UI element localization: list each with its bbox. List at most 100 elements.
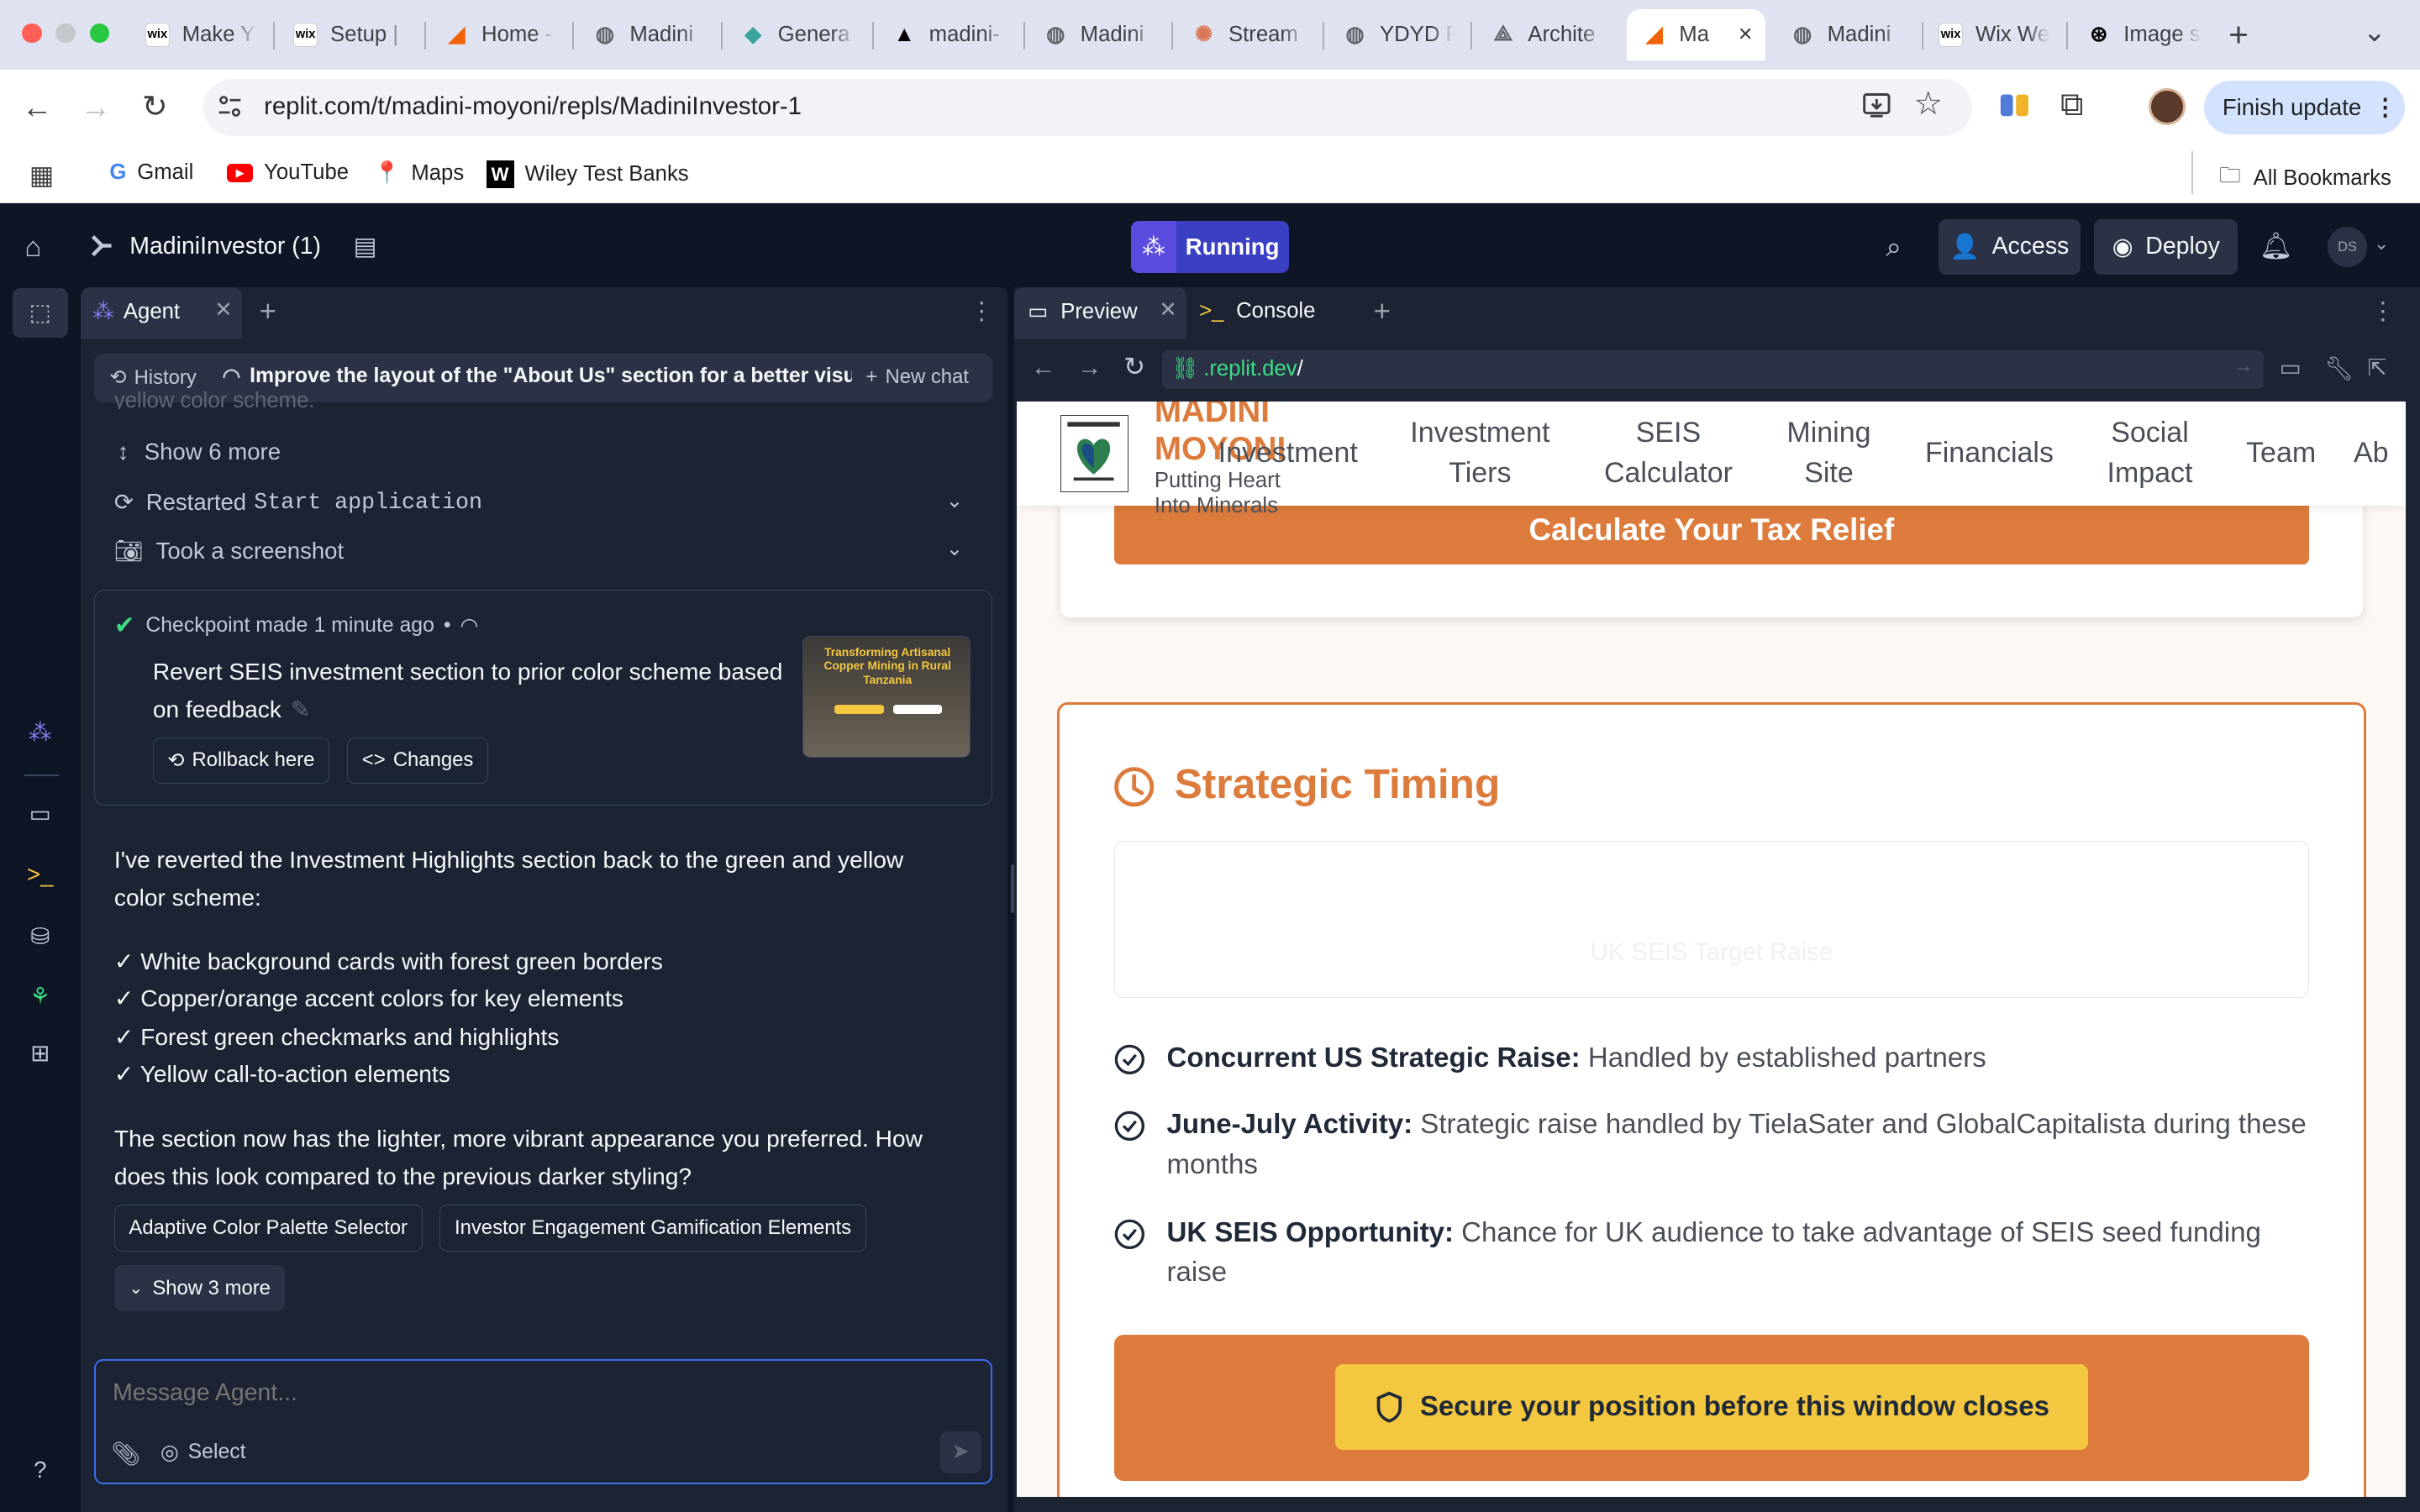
madini-moyoni-logo[interactable]	[1060, 415, 1128, 492]
browser-tab[interactable]: ✺ Stream	[1176, 9, 1318, 60]
preview-reload-icon[interactable]: ↻	[1123, 352, 1145, 382]
nav-investment-tiers[interactable]: Investment Tiers	[1403, 413, 1558, 494]
browser-tab[interactable]: ◆ Genera	[725, 9, 867, 60]
browser-tab[interactable]: ◍ YDYD P	[1328, 9, 1466, 60]
puzzle-extensions-icon[interactable]: ⧉	[2060, 87, 2084, 123]
new-chat-button[interactable]: + New chat	[865, 365, 969, 389]
nav-mining-site[interactable]: Mining Site	[1773, 413, 1884, 494]
close-tab-icon[interactable]: ✕	[214, 297, 233, 323]
search-icon[interactable]: ⌕	[1886, 232, 1902, 264]
maximize-window-button[interactable]	[89, 23, 110, 44]
browser-tab[interactable]: ◍ Madini	[577, 9, 716, 60]
select-element-button[interactable]: ◎ Select	[160, 1440, 246, 1465]
nav-financials[interactable]: Financials	[1918, 433, 2060, 474]
project-name[interactable]: MadiniInvestor (1)	[129, 233, 321, 260]
browser-tab[interactable]: ◢ Ma ✕	[1626, 9, 1766, 60]
reload-icon[interactable]: ↻	[142, 88, 168, 124]
forward-arrow-icon[interactable]: →	[81, 90, 112, 125]
extension-icon[interactable]	[1999, 90, 2030, 121]
all-bookmarks[interactable]: 🗀 All Bookmarks	[2219, 160, 2391, 197]
bookmark-maps[interactable]: 📍 Maps	[373, 160, 464, 186]
finish-update-button[interactable]: Finish update ⋮	[2203, 80, 2405, 134]
browser-tab[interactable]: ▲ madini-	[876, 9, 1018, 60]
rollback-button[interactable]: ⟲ Rollback here	[152, 737, 329, 785]
devtools-wrench-icon[interactable]: 🔧︎	[2324, 354, 2354, 382]
site-info-icon[interactable]	[216, 92, 244, 120]
project-info-icon[interactable]: ▤	[354, 232, 377, 261]
preview-back-icon[interactable]: ←	[1031, 354, 1055, 382]
nav-social-impact[interactable]: Social Impact	[2091, 413, 2209, 494]
nav-investment[interactable]: Investment	[1214, 433, 1360, 474]
bookmark-wiley[interactable]: W Wiley Test Banks	[486, 160, 689, 189]
bookmark-gmail[interactable]: G Gmail	[109, 160, 193, 185]
chevron-down-icon[interactable]: ⌄	[2374, 233, 2389, 255]
tab-search-chevron-icon[interactable]: ⌄	[2363, 15, 2386, 49]
preview-url-bar[interactable]	[1162, 349, 2265, 389]
screenshot-action[interactable]: 📷︎ Took a screenshot	[114, 537, 344, 564]
deploy-button[interactable]: ◉ Deploy	[2094, 218, 2238, 275]
add-tab-icon[interactable]: +	[1374, 295, 1391, 328]
browser-tab[interactable]: ◍ Madini	[1775, 9, 1917, 60]
chevron-down-icon[interactable]: ⌄	[946, 537, 963, 561]
user-avatar[interactable]: DS	[2327, 226, 2368, 267]
bookmark-youtube[interactable]: ▶ YouTube	[226, 160, 349, 185]
replit-project-icon[interactable]	[88, 232, 116, 260]
panel-menu-icon[interactable]: ⋮	[2370, 297, 2395, 326]
history-button[interactable]: ⟲ History	[109, 365, 196, 390]
agent-tool-icon[interactable]: ⁂	[24, 717, 55, 748]
close-window-button[interactable]	[21, 23, 42, 44]
checkpoint-screenshot-thumbnail[interactable]: Transforming Artisanal Copper Mining in …	[802, 635, 971, 758]
chevron-down-icon[interactable]: ⌄	[946, 489, 963, 513]
secure-position-button[interactable]: Secure your position before this window …	[1334, 1363, 2089, 1451]
chat-title[interactable]: ◠ Improve the layout of the "About Us" se…	[222, 364, 851, 389]
profile-avatar[interactable]	[2148, 87, 2186, 125]
nav-seis-calculator[interactable]: SEIS Calculator	[1591, 413, 1746, 494]
browser-tab[interactable]: wix Make Y	[129, 9, 268, 60]
show-more-button[interactable]: ↕ Show 6 more	[118, 438, 281, 465]
database-icon[interactable]: ⛁	[24, 921, 55, 953]
browser-tab[interactable]: ⟁ Archite	[1476, 9, 1618, 60]
run-status-button[interactable]: ⁂ Running	[1131, 220, 1289, 274]
minimize-window-button[interactable]	[55, 23, 76, 44]
suggestion-chip[interactable]: Adaptive Color Palette Selector	[113, 1205, 423, 1252]
show-3-more-button[interactable]: ⌄ Show 3 more	[113, 1265, 286, 1312]
console-icon[interactable]: >_	[24, 859, 55, 890]
webview-icon[interactable]: ▭	[24, 799, 55, 830]
changes-button[interactable]: <> Changes	[347, 737, 488, 785]
notifications-bell-icon[interactable]: 🔔︎	[2260, 230, 2293, 261]
nav-team[interactable]: Team	[2233, 433, 2329, 474]
apps-grid-icon[interactable]: ▦	[29, 160, 55, 191]
restarted-action[interactable]: ⟳ Restarted Start application	[114, 489, 482, 516]
edit-pencil-icon[interactable]: ✎	[291, 696, 311, 722]
panel-menu-icon[interactable]: ⋮	[969, 297, 993, 326]
help-icon[interactable]: ?	[24, 1455, 55, 1486]
device-icon[interactable]: ▭	[2280, 354, 2302, 381]
go-arrow-icon[interactable]: →	[2233, 354, 2254, 378]
tab-console[interactable]: >_ Console	[1199, 299, 1315, 323]
open-new-tab-icon[interactable]: ⇱	[2367, 354, 2386, 381]
bookmark-star-icon[interactable]: ☆	[1914, 85, 1944, 123]
send-icon[interactable]: ➤	[939, 1431, 982, 1474]
home-icon[interactable]: ⌂	[24, 232, 41, 264]
new-tab-button[interactable]: +	[2228, 15, 2249, 55]
all-tools-icon[interactable]: ⊞	[24, 1038, 55, 1069]
explorer-icon[interactable]: ⬚	[24, 297, 55, 328]
calculate-tax-relief-button[interactable]: Calculate Your Tax Relief	[1114, 496, 2309, 565]
access-button[interactable]: 👤 Access	[1938, 218, 2081, 275]
attach-paperclip-icon[interactable]: 📎︎	[111, 1440, 140, 1467]
close-tab-icon[interactable]: ✕	[1159, 297, 1177, 323]
browser-tab[interactable]: ⊛ Image s	[2071, 9, 2213, 60]
close-tab-icon[interactable]: ✕	[1738, 24, 1753, 45]
browser-tab[interactable]: wix Wix We	[1923, 9, 2062, 60]
nav-about-truncated[interactable]: Ab	[2354, 433, 2406, 474]
message-agent-input[interactable]	[113, 1374, 946, 1412]
add-tab-icon[interactable]: +	[260, 295, 276, 328]
url-text[interactable]: replit.com/t/madini-moyoni/repls/MadiniI…	[264, 92, 802, 121]
preview-forward-icon[interactable]: →	[1077, 354, 1102, 382]
browser-tab[interactable]: wix Setup |	[278, 9, 420, 60]
browser-tab[interactable]: ◢ Home -	[429, 9, 568, 60]
deployments-icon[interactable]: ⚘	[24, 981, 55, 1012]
suggestion-chip[interactable]: Investor Engagement Gamification Element…	[439, 1205, 866, 1252]
back-arrow-icon[interactable]: ←	[22, 90, 53, 125]
install-app-icon[interactable]	[1861, 90, 1892, 121]
